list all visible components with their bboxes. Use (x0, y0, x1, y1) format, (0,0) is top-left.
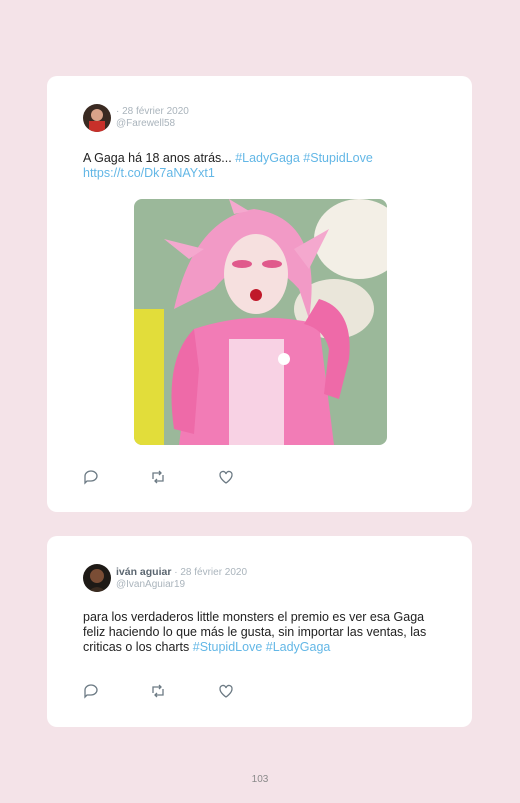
page-number: 103 (251, 774, 269, 785)
tweet-meta: iván aguiar · 28 février 2020 @IvanAguia… (116, 566, 247, 591)
retweet-icon[interactable] (150, 683, 166, 699)
tweet-photo[interactable] (134, 199, 387, 445)
tweet-card: iván aguiar · 28 février 2020 @IvanAguia… (47, 536, 472, 727)
like-icon[interactable] (218, 683, 234, 699)
retweet-icon[interactable] (150, 469, 166, 485)
tweet-card: · 28 février 2020 @Farewell58 A Gaga há … (47, 76, 472, 512)
tweet-meta: · 28 février 2020 @Farewell58 (116, 105, 189, 130)
tweet-text: A Gaga há 18 anos atrás... #LadyGaga #St… (83, 151, 428, 181)
tweet-actions (83, 469, 243, 485)
like-icon[interactable] (218, 469, 234, 485)
avatar[interactable] (83, 564, 111, 592)
author-handle[interactable]: @IvanAguiar19 (116, 579, 247, 591)
avatar[interactable] (83, 104, 111, 132)
tweet-actions (83, 683, 243, 699)
author-handle[interactable]: @Farewell58 (116, 118, 189, 130)
tweet-body: A Gaga há 18 anos atrás... (83, 151, 236, 165)
tweet-link[interactable]: https://t.co/Dk7aNAYxt1 (83, 166, 215, 180)
author-name[interactable]: iván aguiar (116, 566, 171, 578)
tweet-date: · 28 février 2020 (171, 567, 248, 578)
tweet-hashtags[interactable]: #LadyGaga #StupidLove (235, 151, 373, 165)
reply-icon[interactable] (83, 683, 99, 699)
tweet-text: para los verdaderos little monsters el p… (83, 610, 428, 655)
reply-icon[interactable] (83, 469, 99, 485)
photo-illustration (134, 199, 387, 445)
tweet-hashtags[interactable]: #StupidLove #LadyGaga (193, 640, 331, 654)
tweet-date: · 28 février 2020 (116, 106, 189, 117)
